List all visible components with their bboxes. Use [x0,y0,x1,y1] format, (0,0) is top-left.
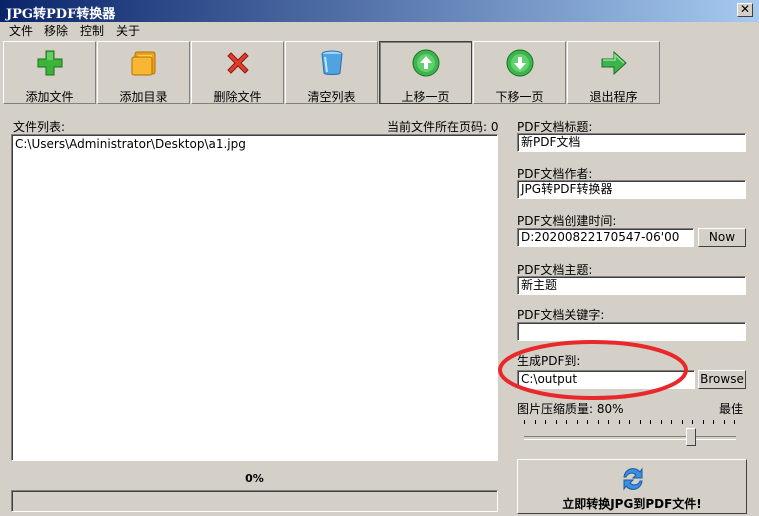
delete-x-icon [227,52,249,74]
progress-text: 0% [245,472,264,485]
exit-button[interactable]: 退出程序 [567,41,660,104]
slider-tick [671,420,672,424]
add-file-button[interactable]: 添加文件 [3,41,96,104]
arrow-down-circle-icon [506,49,534,77]
slider-tick [535,420,536,424]
pdf-author-field[interactable]: JPG转PDF转换器 [517,180,746,199]
slider-tick [524,420,525,424]
slider-ticks [524,420,738,426]
quality-label: 图片压缩质量: 80% [517,402,624,416]
pdf-keywords-label: PDF文档关键字: [517,308,605,322]
add-file-label: 添加文件 [25,90,74,104]
slider-tick [556,420,557,424]
menu-about[interactable]: 关于 [113,23,143,40]
menu-file[interactable]: 文件 [6,23,36,40]
progress-bar [11,490,498,512]
move-down-label: 下移一页 [495,90,544,104]
slider-tick [682,420,683,424]
slider-tick [608,420,609,424]
slider-tick [545,420,546,424]
menu-control[interactable]: 控制 [77,23,107,40]
slider-track [524,436,736,440]
arrow-up-circle-icon [412,49,440,77]
folder-icon [131,51,156,76]
move-down-button[interactable]: 下移一页 [473,41,566,104]
move-up-label: 上移一页 [401,90,450,104]
browse-button[interactable]: Browse [698,370,746,389]
pdf-subject-field[interactable]: 新主题 [517,276,746,295]
add-folder-button[interactable]: 添加目录 [97,41,190,104]
clear-list-button[interactable]: 清空列表 [285,41,378,104]
pdf-created-label: PDF文档创建时间: [517,214,617,228]
pdf-title-field[interactable]: 新PDF文档 [517,133,746,152]
exit-label: 退出程序 [589,90,638,104]
slider-tick [598,420,599,424]
pdf-created-field[interactable]: D:20200822170547-06'00 [517,228,694,247]
slider-tick [587,420,588,424]
slider-tick [650,420,651,424]
slider-tick [577,420,578,424]
exit-arrow-icon [601,50,627,76]
current-page-info: 当前文件所在页码: 0 [387,120,499,134]
slider-tick [713,420,714,424]
slider-tick [629,420,630,424]
convert-button[interactable]: 立即转换JPG到PDF文件! [517,459,747,514]
window-title: JPG转PDF转换器 [6,7,116,22]
refresh-convert-icon [623,467,643,491]
quality-best-label: 最佳 [719,402,744,416]
quality-slider[interactable] [524,420,738,450]
menu-remove[interactable]: 移除 [41,23,71,40]
clear-list-label: 清空列表 [307,90,356,104]
file-list-label: 文件列表: [13,120,66,134]
slider-tick [661,420,662,424]
slider-tick [724,420,725,424]
slider-tick [703,420,704,424]
trash-can-icon [321,50,343,75]
slider-tick [619,420,620,424]
slider-tick [640,420,641,424]
slider-tick [692,420,693,424]
file-list[interactable]: C:\Users\Administrator\Desktop\a1.jpg [11,134,498,461]
convert-button-label: 立即转换JPG到PDF文件! [562,497,702,511]
now-button[interactable]: Now [698,228,746,247]
delete-file-button[interactable]: 删除文件 [191,41,284,104]
list-item[interactable]: C:\Users\Administrator\Desktop\a1.jpg [12,135,497,153]
slider-thumb[interactable] [686,428,696,446]
add-folder-label: 添加目录 [119,90,168,104]
move-up-button[interactable]: 上移一页 [379,41,472,104]
highlight-circle [498,340,688,400]
close-button[interactable]: ✕ [737,3,753,17]
slider-tick [734,420,735,424]
plus-icon [37,50,63,76]
delete-file-label: 删除文件 [213,90,262,104]
slider-tick [566,420,567,424]
